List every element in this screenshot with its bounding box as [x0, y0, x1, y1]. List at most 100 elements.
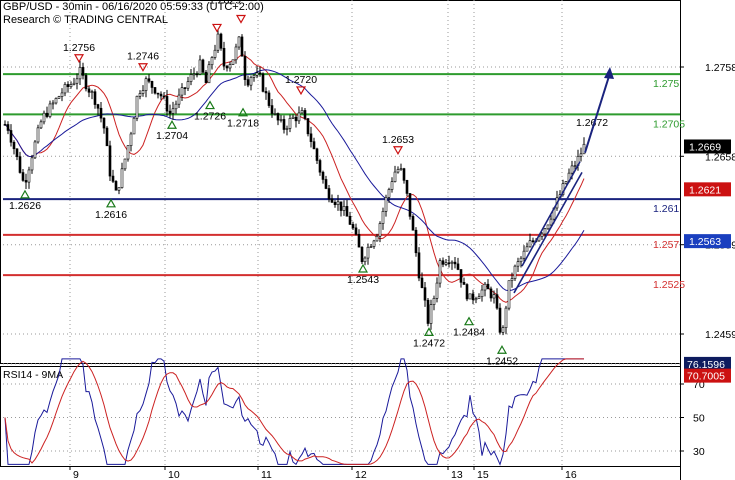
candle-body: [390, 181, 394, 190]
candle-body: [45, 112, 49, 117]
candle-body: [273, 113, 277, 115]
candle-body: [498, 307, 502, 333]
candle-body: [369, 246, 373, 248]
candle-body: [372, 240, 376, 247]
candle-body: [81, 67, 85, 76]
candle-body: [258, 72, 262, 75]
candle-body: [510, 278, 514, 281]
candle-body: [15, 148, 19, 157]
candle-body: [270, 105, 274, 114]
candle-body: [174, 103, 178, 110]
candle-body: [168, 110, 172, 114]
candle-body: [363, 257, 367, 263]
candle-body: [549, 218, 553, 226]
candle-body: [453, 261, 457, 265]
candle-body: [441, 260, 445, 265]
time-tick-label: 10: [168, 469, 180, 480]
candle-body: [462, 282, 466, 285]
candle-body: [471, 293, 475, 301]
trend-line: [521, 161, 581, 267]
swing-price-label: 1.2726: [194, 111, 226, 123]
candle-body: [408, 193, 412, 217]
swing-price-label: 1.2653: [382, 134, 414, 146]
candle-body: [177, 94, 181, 105]
candle-body: [450, 261, 454, 264]
candle-body: [504, 307, 508, 328]
candle-body: [57, 96, 61, 99]
candle-body: [60, 92, 64, 97]
candle-body: [321, 171, 325, 180]
candle-body: [141, 90, 145, 94]
candle-body: [351, 224, 355, 229]
candle-body: [42, 112, 46, 123]
candle-body: [420, 277, 424, 288]
candle-body: [573, 165, 577, 167]
swing-high-marker: [392, 146, 404, 155]
candle-body: [3, 124, 7, 126]
price-tag-label: 1.2669: [689, 141, 721, 153]
candle-body: [495, 294, 499, 309]
time-tick-label: 9: [73, 469, 79, 480]
candle-body: [18, 156, 22, 173]
candle-body: [93, 91, 97, 105]
candle-body: [324, 179, 328, 189]
candle-body: [102, 117, 106, 129]
candle-body: [564, 181, 568, 184]
time-tick-label: 11: [261, 469, 272, 480]
candle-body: [306, 118, 310, 135]
candle-body: [180, 87, 184, 96]
swing-price-label: 1.2626: [9, 200, 41, 212]
candle-body: [231, 59, 235, 65]
candle-body: [297, 112, 301, 122]
candle-body: [117, 187, 121, 191]
candle-body: [303, 110, 307, 119]
swing-low-marker: [423, 327, 435, 336]
candle-body: [255, 72, 259, 76]
candle-body: [33, 141, 37, 159]
candle-body: [36, 127, 40, 143]
candle-body: [51, 102, 55, 105]
candle-body: [492, 294, 496, 299]
candle-body: [156, 92, 160, 95]
candle-body: [144, 78, 148, 91]
level-label: 1.275: [653, 78, 679, 90]
candle-body: [249, 76, 253, 86]
candle-body: [432, 298, 436, 305]
time-tick-label: 12: [355, 469, 367, 480]
swing-low-marker: [496, 345, 508, 354]
swing-price-label: 1.2452: [486, 355, 518, 367]
candle-body: [357, 234, 361, 248]
candle-body: [132, 117, 136, 135]
candle-body: [333, 201, 337, 205]
candle-body: [111, 175, 115, 182]
candle-body: [267, 92, 271, 106]
main-panel-frame: [0, 0, 681, 364]
swing-price-label: 1.2543: [347, 274, 379, 286]
candle-body: [507, 280, 511, 309]
candle-body: [378, 223, 382, 237]
candle-body: [360, 246, 364, 263]
candle-body: [438, 260, 442, 284]
candle-body: [309, 133, 313, 142]
candle-body: [570, 165, 574, 174]
price-axis: 1.27581.26581.25591.24591.26691.26211.25…: [680, 62, 735, 341]
time-tick-label: 16: [565, 469, 577, 480]
rsi-tick-label: 30: [693, 446, 705, 458]
candle-body: [201, 59, 205, 73]
candle-body: [69, 84, 73, 87]
swing-low-marker: [166, 120, 178, 129]
candle-body: [147, 78, 151, 82]
candle-body: [186, 81, 190, 89]
candle-body: [96, 104, 100, 109]
rsi-ma-value-label: 70.7005: [687, 371, 725, 383]
swing-low-marker: [105, 198, 117, 208]
candle-body: [465, 284, 469, 300]
candle-body: [162, 95, 166, 98]
candle-body: [423, 287, 427, 301]
candle-body: [183, 87, 187, 89]
candle-body: [318, 160, 322, 173]
candle-body: [459, 269, 463, 283]
candle-body: [78, 67, 82, 80]
candle-body: [405, 180, 409, 194]
candle-body: [63, 84, 67, 94]
